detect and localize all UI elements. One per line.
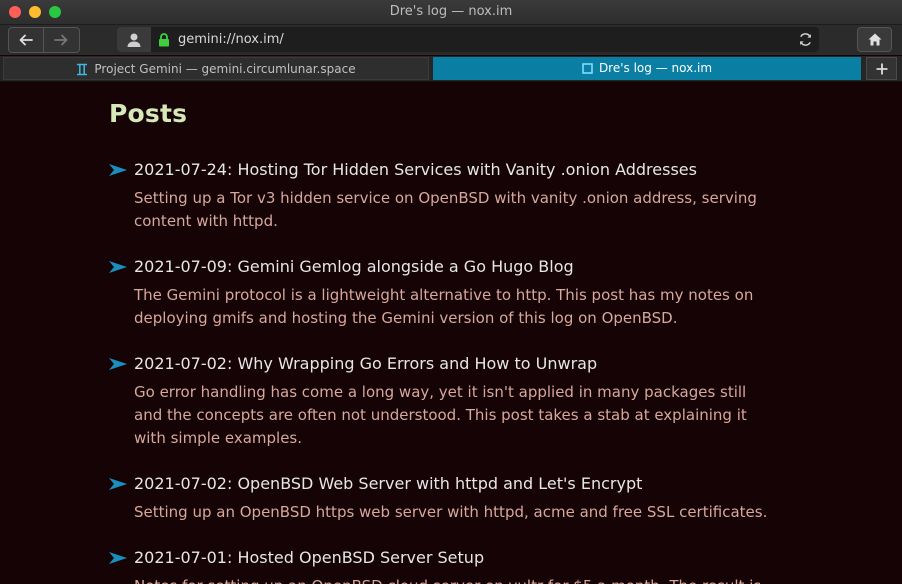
post-description: Setting up a Tor v3 hidden service on Op… bbox=[134, 189, 757, 230]
page-content[interactable]: Posts 2021-07-24: Hosting Tor Hidden Ser… bbox=[0, 82, 902, 584]
plus-icon bbox=[876, 63, 887, 74]
window-title: Dre's log — nox.im bbox=[389, 4, 513, 19]
url-text[interactable]: gemini://nox.im/ bbox=[178, 27, 284, 52]
arrow-right-icon bbox=[54, 34, 68, 46]
page-icon bbox=[582, 63, 593, 74]
post-link[interactable]: 2021-07-01: Hosted OpenBSD Server Setup bbox=[134, 548, 484, 567]
arrow-bullet-icon bbox=[109, 358, 127, 370]
post-description: Go error handling has come a long way, y… bbox=[134, 383, 747, 447]
tab-dres-log[interactable]: Dre's log — nox.im bbox=[433, 57, 861, 80]
lock-icon bbox=[159, 33, 169, 47]
post-link[interactable]: 2021-07-02: Why Wrapping Go Errors and H… bbox=[134, 354, 597, 373]
reload-icon[interactable] bbox=[798, 32, 813, 47]
address-bar[interactable]: gemini://nox.im/ bbox=[117, 27, 819, 52]
post-description: Notes for setting up an OpenBSD cloud se… bbox=[134, 575, 779, 584]
browser-window: Dre's log — nox.im gemini://nox.im/ Proj… bbox=[0, 0, 902, 584]
identity-button[interactable] bbox=[117, 27, 151, 52]
post-link[interactable]: 2021-07-02: OpenBSD Web Server with http… bbox=[134, 474, 642, 493]
tab-project-gemini[interactable]: Project Gemini — gemini.circumlunar.spac… bbox=[3, 57, 429, 80]
post-link[interactable]: 2021-07-09: Gemini Gemlog alongside a Go… bbox=[134, 257, 574, 276]
tab-label: Project Gemini — gemini.circumlunar.spac… bbox=[94, 62, 356, 76]
back-button[interactable] bbox=[9, 28, 44, 52]
post-description: The Gemini protocol is a lightweight alt… bbox=[134, 286, 754, 327]
tab-bar: Project Gemini — gemini.circumlunar.spac… bbox=[0, 56, 902, 82]
tab-label: Dre's log — nox.im bbox=[598, 61, 713, 75]
title-bar[interactable]: Dre's log — nox.im bbox=[0, 0, 902, 25]
page-heading: Posts bbox=[109, 99, 188, 128]
user-icon bbox=[127, 33, 141, 47]
arrow-bullet-icon bbox=[109, 261, 127, 273]
arrow-bullet-icon bbox=[109, 164, 127, 176]
arrow-bullet-icon bbox=[109, 552, 127, 564]
home-button[interactable] bbox=[857, 27, 892, 52]
forward-button[interactable] bbox=[44, 28, 78, 52]
toolbar: gemini://nox.im/ bbox=[0, 25, 902, 55]
arrow-bullet-icon bbox=[109, 478, 127, 490]
home-icon bbox=[868, 33, 881, 46]
navigation-buttons bbox=[8, 27, 80, 53]
post-link[interactable]: 2021-07-24: Hosting Tor Hidden Services … bbox=[134, 160, 697, 179]
gemini-icon bbox=[77, 63, 88, 76]
post-description: Setting up an OpenBSD https web server w… bbox=[134, 503, 768, 521]
arrow-left-icon bbox=[19, 34, 33, 46]
new-tab-button[interactable] bbox=[866, 57, 897, 80]
